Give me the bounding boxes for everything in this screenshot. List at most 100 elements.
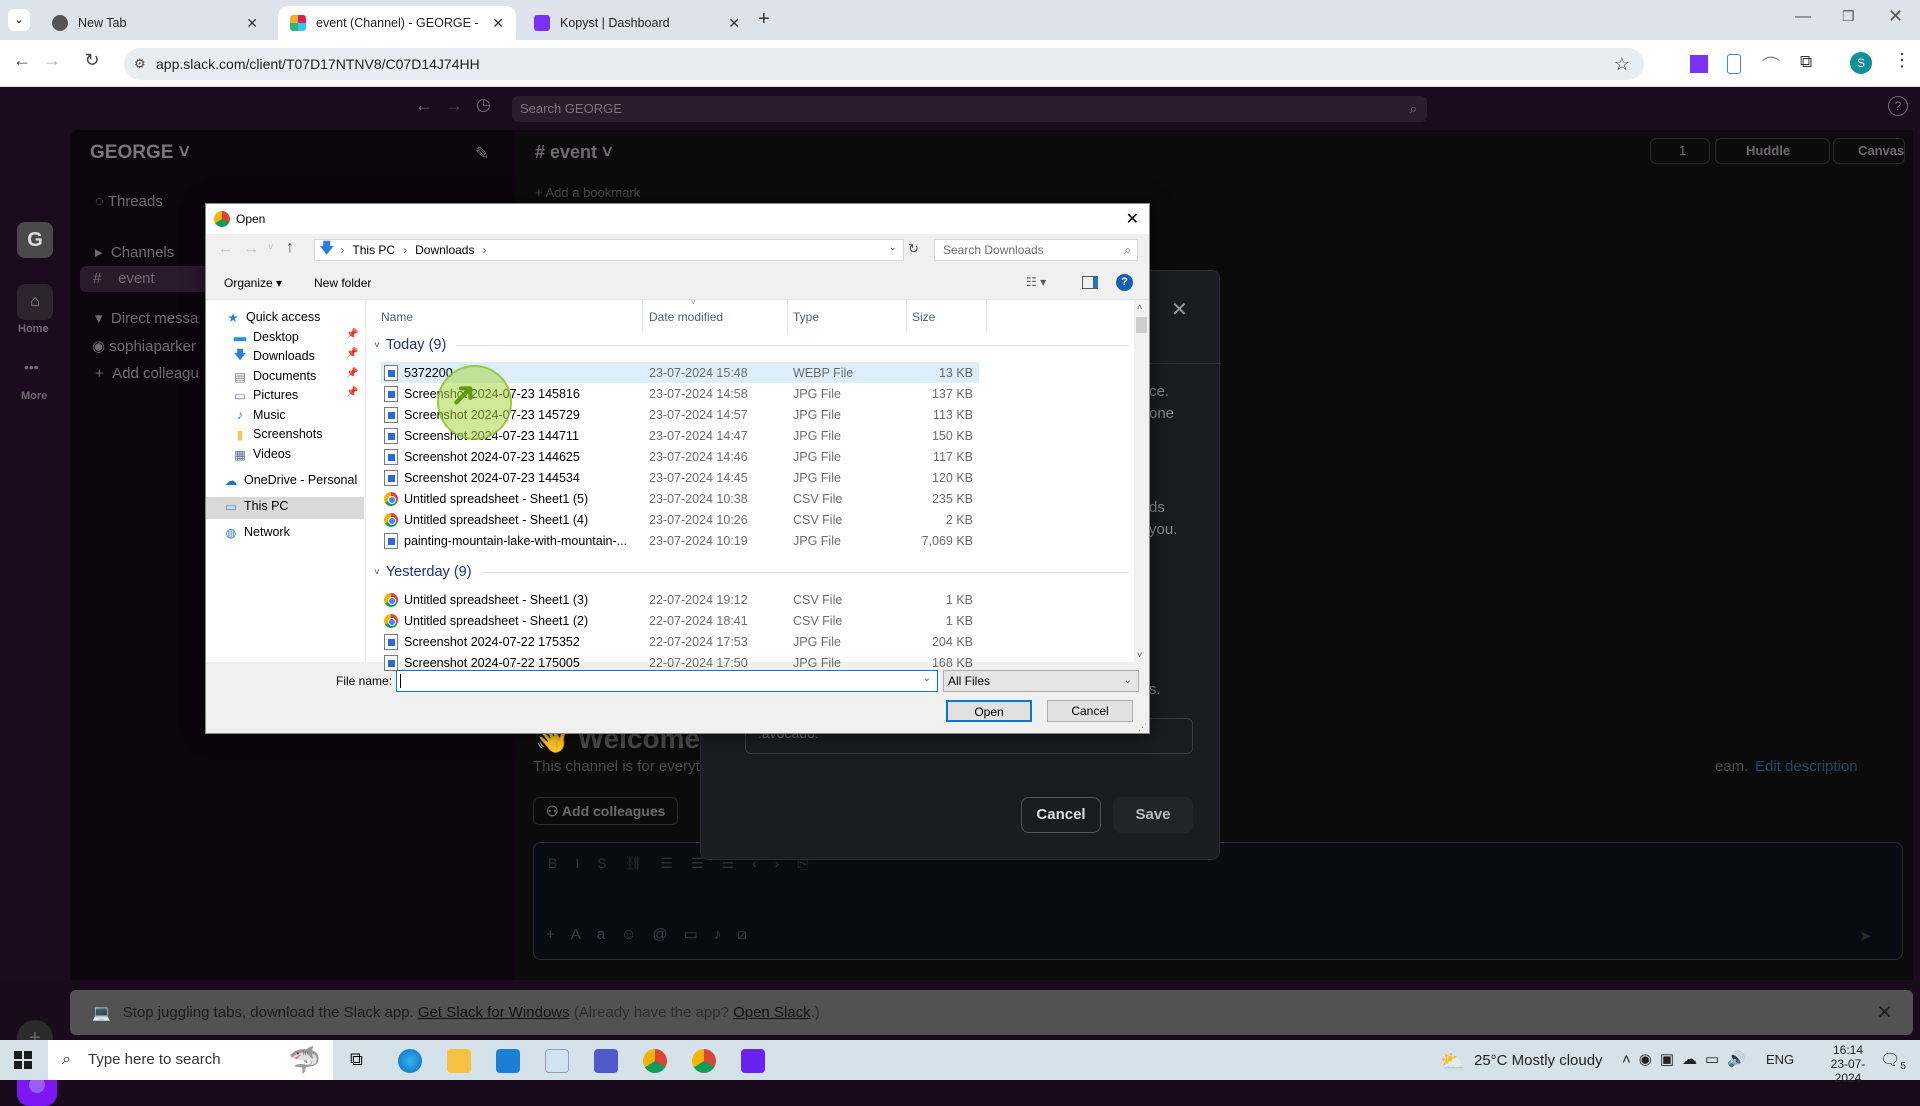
resize-grip[interactable]: ⋰ [1138,722,1147,733]
nav-item-onedrive-personal[interactable]: ☁ OneDrive - Personal [224,469,358,491]
get-slack-link[interactable]: Get Slack for Windows [418,1004,570,1021]
nav-item-downloads[interactable]: 🡇 Downloads [233,345,315,367]
task-view-icon[interactable]: ⧉ [350,1049,363,1070]
tab-new-tab[interactable]: New Tab ✕ [40,6,270,40]
dialog-forward-icon[interactable]: → [244,240,259,257]
slack-forward-icon[interactable]: → [445,95,463,116]
nav-item-network[interactable]: ◍ Network [224,521,290,543]
open-slack-link[interactable]: Open Slack [733,1004,811,1021]
clock[interactable]: 16:14 23-07-2024 [1818,1043,1878,1085]
file-row[interactable]: Untitled spreadsheet - Sheet1 (5) 23-07-2… [381,488,979,509]
help-icon[interactable]: ? [1888,96,1908,116]
nav-item-quick-access[interactable]: ★ Quick access [226,306,320,328]
start-button[interactable] [14,1051,32,1069]
kopyst-taskbar-icon[interactable] [741,1049,765,1073]
slack-back-icon[interactable]: ← [415,95,433,116]
modal-save-button[interactable]: Save [1113,797,1193,833]
column-size[interactable]: Size [912,310,935,324]
workspace-switcher[interactable]: G [17,222,53,258]
system-tray-icons[interactable]: ˄◉▣☁▭🔊 [1622,1050,1754,1068]
collapse-icon[interactable]: ˅ [374,567,380,578]
dialog-address-bar[interactable]: 🡇 › This PC › Downloads › ⌄ [314,239,904,261]
column-date-modified[interactable]: Date modified [649,310,723,324]
composer-actions[interactable]: +Aa☺@▭♪⧄ [546,925,763,943]
history-icon[interactable]: ◷ [476,95,491,115]
add-colleagues-button[interactable]: ⚇ Add colleagues [533,797,678,825]
file-row[interactable]: Screenshot 2024-07-22 175352 22-07-2024 1… [381,631,979,652]
modal-close-icon[interactable]: ✕ [1171,297,1188,322]
forward-icon[interactable]: → [38,50,66,71]
scrollbar-thumb[interactable] [1136,317,1147,333]
canvas-button[interactable]: Canvas [1833,138,1905,164]
dialog-close-icon[interactable]: ✕ [1126,209,1139,229]
breadcrumb-this-pc[interactable]: This PC [352,243,395,257]
reload-icon[interactable]: ↻ [78,50,106,71]
refresh-icon[interactable]: ↻ [908,241,919,257]
home-icon[interactable]: ⌂ [17,284,53,320]
close-tab-icon[interactable]: ✕ [728,15,740,32]
extension-arc-icon[interactable]: ⌒ [1762,52,1780,78]
chrome-icon[interactable] [643,1049,667,1073]
open-button[interactable]: Open [946,700,1032,722]
send-icon[interactable]: ➤ [1859,927,1872,945]
cancel-button[interactable]: Cancel [1047,700,1133,722]
site-info-icon[interactable]: ⚙ [134,48,146,80]
file-row[interactable]: painting-mountain-lake-with-mountain-...… [381,530,979,551]
file-row[interactable]: Untitled spreadsheet - Sheet1 (2) 22-07-2… [381,610,979,631]
tab-slack-event[interactable]: event (Channel) - GEORGE - Sla ✕ [278,6,516,40]
edge-icon[interactable] [398,1049,422,1073]
sidebar-item-threads[interactable]: ◌ Threads [95,193,163,210]
nav-item-this-pc[interactable]: ▭ This PC [224,495,288,517]
sidebar-section-dms[interactable]: ▾ Direct messa [95,309,198,327]
slack-search-input[interactable]: Search GEORGE ⌕ [512,96,1427,122]
group-header[interactable]: ˅ Yesterday (9) [374,564,1129,580]
huddle-button[interactable]: Huddle [1715,138,1830,164]
taskbar-search[interactable]: ⌕ Type here to search 🦈 [48,1040,333,1080]
language-indicator[interactable]: ENG [1766,1052,1794,1067]
teams-icon[interactable] [594,1049,618,1073]
profile-avatar[interactable]: S [1850,52,1872,74]
address-dropdown-icon[interactable]: ⌄ [889,242,897,253]
channel-title[interactable]: # event ˅ [535,142,613,163]
edit-description-link[interactable]: Edit description [1755,758,1858,775]
bookmark-star-icon[interactable]: ☆ [1614,48,1630,80]
sidebar-add-colleagues[interactable]: + Add colleagu [95,365,199,382]
nav-item-videos[interactable]: ▦ Videos [233,443,291,465]
preview-pane-icon[interactable] [1082,276,1098,289]
recent-locations-icon[interactable]: ˅ [268,242,273,252]
mail-icon[interactable] [496,1049,520,1073]
workspace-name[interactable]: GEORGE ˅ [90,142,190,164]
notification-center-icon[interactable]: 🗨5 [1880,1050,1906,1072]
close-tab-icon[interactable]: ✕ [492,15,504,32]
up-folder-icon[interactable]: ↑ [286,239,294,257]
file-explorer-icon[interactable] [447,1049,471,1073]
tab-kopyst-dashboard[interactable]: Kopyst | Dashboard ✕ [522,6,752,40]
address-bar[interactable]: ⚙ app.slack.com/client/T07D17NTNV8/C07D1… [124,48,1644,80]
chrome-menu-icon[interactable]: ⋮ [1893,50,1911,71]
new-tab-button[interactable]: + [758,8,770,31]
collapse-icon[interactable]: ˅ [374,340,380,351]
minimize-button[interactable]: — [1795,8,1811,26]
group-header[interactable]: ˅ Today (9) [374,337,1129,353]
nav-item-screenshots[interactable]: ▮ Screenshots [233,423,323,445]
breadcrumb-downloads[interactable]: Downloads [415,243,474,257]
extensions-puzzle-icon[interactable]: ⧉ [1800,52,1812,72]
file-name-dropdown-icon[interactable]: ⌄ [923,673,931,684]
file-name-input[interactable]: ⌄ [396,670,938,692]
more-icon[interactable]: ••• [24,359,39,375]
search-downloads-input[interactable]: Search Downloads ⌕ [934,239,1138,261]
restore-button[interactable]: ❐ [1842,8,1855,25]
file-row[interactable]: Untitled spreadsheet - Sheet1 (4) 23-07-2… [381,509,979,530]
close-window-button[interactable]: ✕ [1888,6,1903,27]
kopyst-extension-icon[interactable] [1690,55,1708,73]
extension-icon[interactable] [1727,54,1741,74]
dialog-back-icon[interactable]: ← [218,240,233,257]
chrome-profile-icon[interactable] [692,1049,716,1073]
sidebar-section-channels[interactable]: ▸ Channels [95,243,174,261]
file-row[interactable]: Screenshot 2024-07-23 144534 23-07-2024 1… [381,467,979,488]
compose-icon[interactable]: ✎ [475,144,489,164]
sidebar-item-dm-user[interactable]: ◉ sophiaparker [92,337,196,355]
banner-close-icon[interactable]: ✕ [1876,1000,1893,1025]
weather-text[interactable]: 25°C Mostly cloudy [1474,1052,1603,1069]
modal-cancel-button[interactable]: Cancel [1021,797,1101,833]
